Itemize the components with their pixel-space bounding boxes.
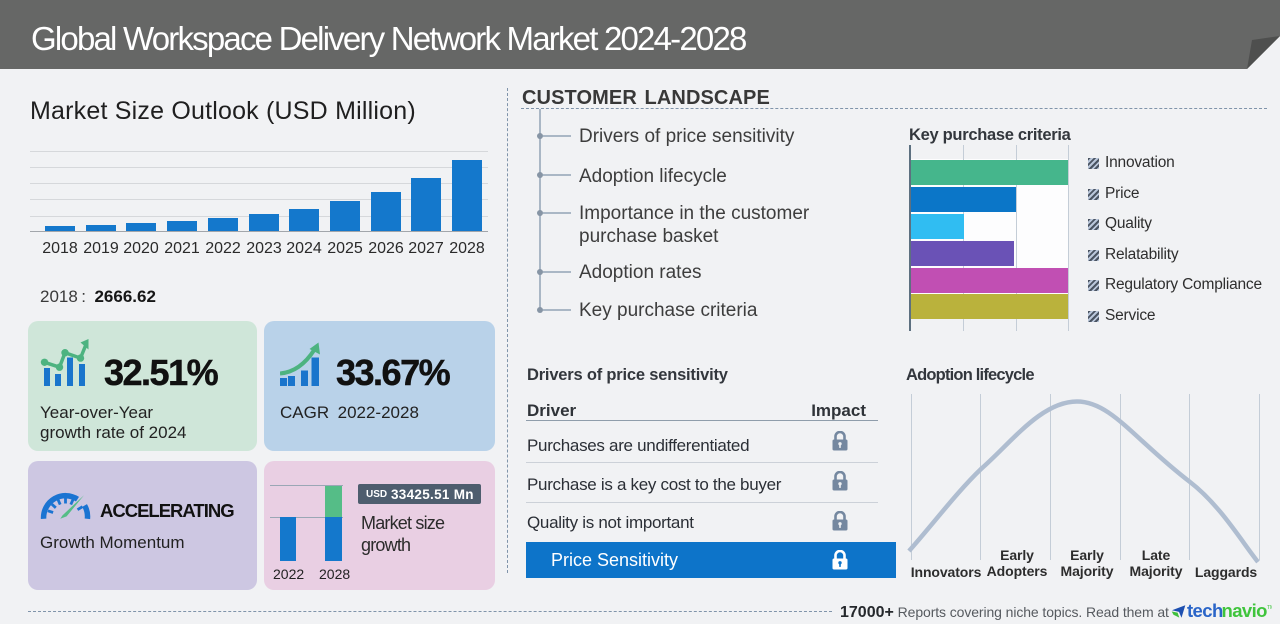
svg-text:navio: navio	[1222, 603, 1268, 620]
svg-text:TM: TM	[1267, 605, 1272, 611]
svg-text:tech: tech	[1187, 603, 1223, 620]
